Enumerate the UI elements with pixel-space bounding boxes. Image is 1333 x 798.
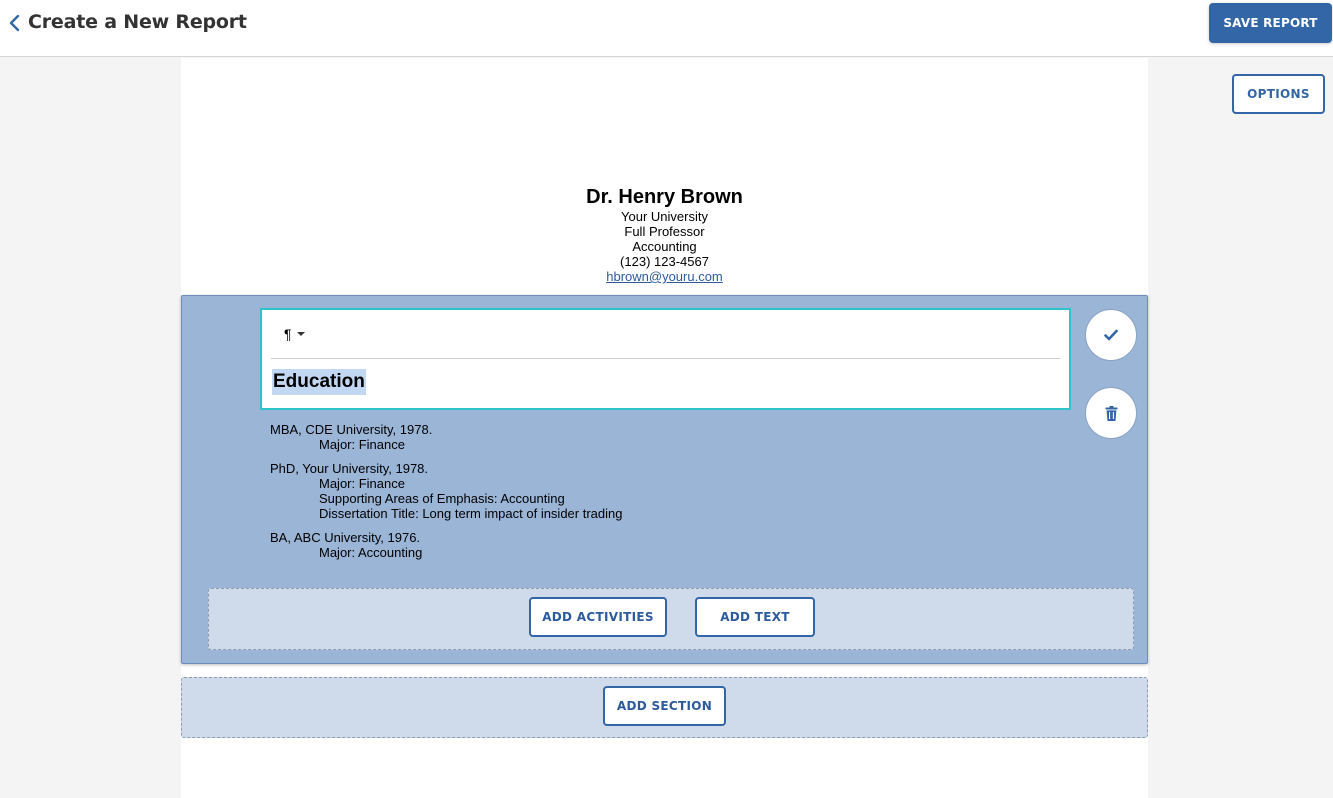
entry-detail: Major: Finance xyxy=(319,437,405,452)
profile-rank: Full Professor xyxy=(624,224,705,239)
profile-name: Dr. Henry Brown xyxy=(586,186,743,208)
chevron-left-icon xyxy=(9,14,20,32)
profile-department: Accounting xyxy=(632,239,697,254)
add-section-button[interactable]: ADD SECTION xyxy=(603,686,726,726)
list-item: PhD, Your University, 1978. Major: Finan… xyxy=(270,461,622,521)
caret-down-icon xyxy=(296,332,305,336)
entry-detail: Major: Accounting xyxy=(319,545,423,560)
list-item: MBA, CDE University, 1978. Major: Financ… xyxy=(270,422,622,452)
list-item: BA, ABC University, 1976. Major: Account… xyxy=(270,530,622,560)
profile-header: Dr. Henry Brown Your University Full Pro… xyxy=(181,185,1148,284)
check-icon xyxy=(1104,329,1118,341)
add-section-zone: ADD SECTION xyxy=(181,677,1148,738)
add-content-zone: ADD ACTIVITIES ADD TEXT xyxy=(208,588,1134,650)
top-bar: Create a New Report SAVE REPORT xyxy=(0,0,1333,57)
add-activities-button[interactable]: ADD ACTIVITIES xyxy=(529,597,667,637)
entry-title: BA, ABC University, 1976. xyxy=(270,530,421,545)
entry-title: MBA, CDE University, 1978. xyxy=(270,422,433,437)
heading-editor[interactable]: ¶ Education xyxy=(260,308,1071,410)
paragraph-format-dropdown[interactable]: ¶ xyxy=(284,325,318,343)
confirm-button[interactable] xyxy=(1085,309,1137,361)
entry-detail: Major: Finance xyxy=(319,476,405,491)
paragraph-icon: ¶ xyxy=(284,326,292,342)
education-entries: MBA, CDE University, 1978. Major: Financ… xyxy=(270,422,622,569)
section-heading-text[interactable]: Education xyxy=(272,369,366,395)
profile-university: Your University xyxy=(621,209,708,224)
trash-icon xyxy=(1105,405,1117,421)
profile-email-link[interactable]: hbrown@youru.com xyxy=(606,269,723,284)
options-button[interactable]: OPTIONS xyxy=(1232,74,1325,114)
entry-detail: Dissertation Title: Long term impact of … xyxy=(319,506,623,521)
back-button[interactable] xyxy=(4,12,24,34)
page-title: Create a New Report xyxy=(28,11,247,33)
save-report-button[interactable]: SAVE REPORT xyxy=(1209,3,1332,43)
profile-phone: (123) 123-4567 xyxy=(620,254,709,269)
entry-title: PhD, Your University, 1978. xyxy=(270,461,429,476)
add-text-button[interactable]: ADD TEXT xyxy=(695,597,815,637)
delete-button[interactable] xyxy=(1085,387,1137,439)
entry-detail: Supporting Areas of Emphasis: Accounting xyxy=(319,491,565,506)
editor-toolbar: ¶ xyxy=(271,310,1060,359)
education-section[interactable]: ¶ Education MBA, CDE University, 1978. M… xyxy=(181,295,1148,664)
